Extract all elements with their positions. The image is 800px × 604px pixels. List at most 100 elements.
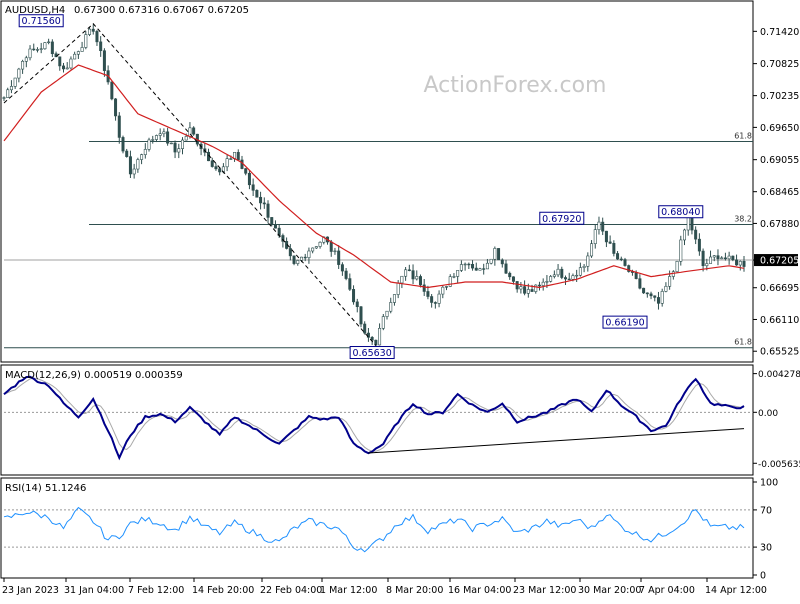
candle-body [623, 259, 627, 266]
candle-body [482, 268, 486, 270]
candle-body [511, 276, 515, 282]
candle-body [69, 58, 73, 69]
candle-body [437, 293, 441, 304]
candle-body [348, 278, 352, 290]
candle-body [225, 158, 229, 168]
watermark: ActionForex.com [424, 73, 607, 98]
candle-body [597, 221, 601, 230]
candle-body [530, 289, 534, 292]
candle-body [445, 286, 449, 288]
candle-body [43, 42, 47, 50]
candle-body [381, 316, 385, 329]
candle-body [485, 262, 489, 270]
candle-body [578, 267, 582, 276]
candle-body [17, 68, 21, 79]
candle-body [463, 263, 467, 266]
candle-body [270, 217, 274, 225]
candle-body [50, 41, 54, 55]
candle-body [526, 289, 530, 294]
candle-body [396, 282, 400, 295]
candle-body [84, 34, 88, 48]
candle-body [668, 276, 672, 287]
candle-body [132, 168, 136, 175]
candle-body [441, 286, 445, 295]
macd-axis-label: -0.005635 [758, 460, 800, 470]
candle-body [266, 203, 270, 218]
candle-body [184, 136, 188, 141]
candle-body [392, 294, 396, 303]
candle-body [504, 263, 508, 274]
price-axis-label: 0.69650 [760, 123, 799, 134]
candle-body [102, 50, 106, 71]
price-annotation-label: 0.67920 [542, 214, 581, 225]
rsi-axis-label: 100 [760, 478, 778, 489]
candle-body [143, 149, 147, 155]
fib-level-label: 61.8 [734, 338, 752, 347]
candle-body [251, 184, 255, 191]
candle-body [65, 67, 69, 70]
candle-body [467, 263, 471, 266]
candle-body [534, 284, 538, 292]
candle-body [292, 255, 296, 264]
candle-body [262, 202, 266, 205]
candle-body [701, 250, 705, 267]
candle-body [575, 274, 579, 277]
candle-body [508, 272, 512, 278]
candle-body [709, 256, 713, 264]
candle-body [742, 260, 746, 267]
candle-body [389, 302, 393, 312]
fib-level-label: 38.2 [734, 215, 752, 224]
candle-body [586, 255, 590, 267]
rsi-axis-label: 0 [760, 571, 766, 582]
price-axis-label: 0.67205 [760, 256, 799, 267]
candle-body [638, 278, 642, 289]
candle-body [35, 49, 39, 51]
chart-svg: ActionForex.com 61.8 38.2 61.8 0.71560 0.656… [0, 0, 800, 596]
candle-body [679, 239, 683, 262]
candle-body [426, 291, 430, 297]
candle-body [604, 230, 608, 243]
candle-body [433, 302, 437, 304]
candle-body [136, 159, 140, 170]
candle-body [378, 328, 382, 346]
time-axis-label: 22 Feb 04:00 [260, 585, 322, 596]
candle-body [634, 272, 638, 279]
candle-body [180, 139, 184, 149]
candle-body [28, 48, 32, 59]
candle-body [411, 270, 415, 280]
candle-body [6, 89, 10, 98]
candle-body [333, 250, 337, 253]
price-axis-label: 0.70825 [760, 59, 799, 70]
candle-body [430, 296, 434, 303]
candle-body [125, 150, 129, 157]
candle-body [352, 289, 356, 303]
candle-body [355, 301, 359, 308]
candle-body [601, 221, 605, 232]
price-chart-title: AUDUSD,H4 [5, 5, 65, 16]
candle-body [95, 31, 99, 43]
candle-body [459, 264, 463, 271]
candle-body [456, 270, 460, 277]
candle-body [727, 255, 731, 260]
price-axis-label: 0.66695 [760, 283, 799, 294]
candle-body [47, 41, 51, 44]
candle-body [519, 286, 523, 290]
rsi-axis-label: 30 [760, 543, 772, 554]
candle-body [229, 158, 233, 160]
time-axis-label: 7 Feb 12:00 [128, 585, 184, 596]
candle-body [99, 41, 103, 52]
candle-body [385, 310, 389, 317]
candle-body [318, 241, 322, 247]
candle-body [656, 297, 660, 304]
price-annotation-label: 0.68040 [661, 207, 700, 218]
time-axis-label: 30 Mar 20:00 [578, 585, 641, 596]
candle-body [32, 48, 36, 51]
candle-body [259, 196, 263, 204]
candle-body [91, 28, 95, 32]
time-axis-label: 31 Jan 04:00 [64, 585, 124, 596]
candle-body [448, 276, 452, 287]
candle-body [593, 229, 597, 245]
candle-body [478, 268, 482, 271]
candle-body [147, 139, 151, 150]
candle-body [39, 48, 43, 50]
